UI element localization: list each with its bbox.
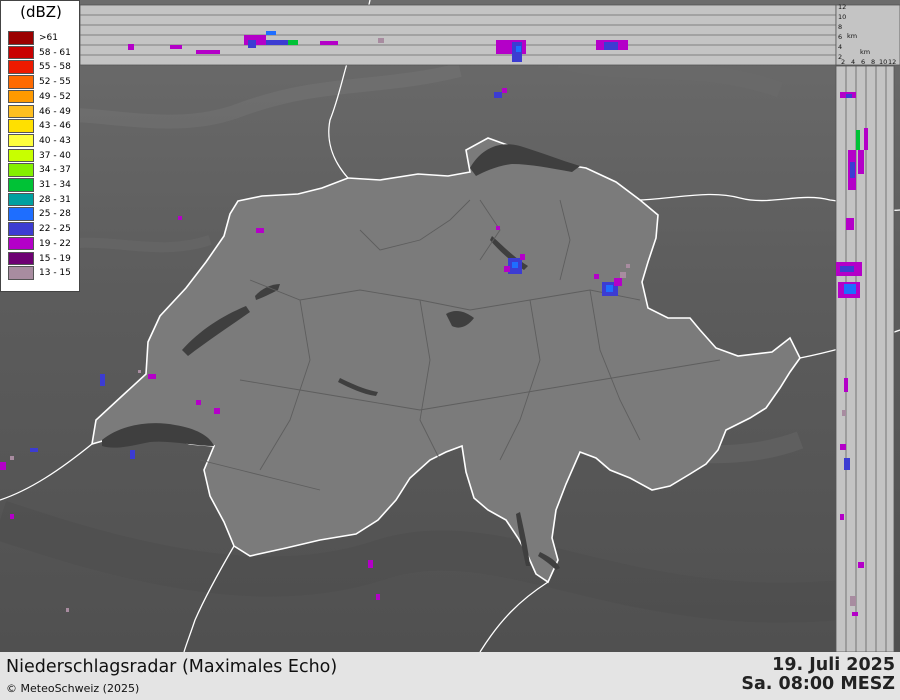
legend-swatch	[8, 60, 34, 74]
legend-row: 55 - 58	[8, 60, 80, 75]
legend-label: 37 - 40	[39, 150, 71, 161]
legend-swatch	[8, 163, 34, 177]
legend-row: 34 - 37	[8, 163, 80, 178]
legend-row: 31 - 34	[8, 178, 80, 193]
right-axis-unit: km	[860, 48, 870, 56]
legend-label: 55 - 58	[39, 62, 71, 73]
top-tick-12: 12	[838, 3, 846, 11]
radar-time: Sa. 08:00 MESZ	[741, 674, 895, 694]
top-tick-6: 6	[838, 33, 842, 41]
legend-label: 28 - 31	[39, 194, 71, 205]
legend-label: 31 - 34	[39, 180, 71, 190]
legend-swatch	[8, 45, 34, 60]
legend-row: 37 - 40	[8, 148, 80, 164]
legend-label: 22 - 25	[39, 224, 71, 235]
legend-swatch	[8, 31, 34, 45]
legend-label: 52 - 55	[39, 77, 71, 88]
map-title: Niederschlagsradar (Maximales Echo)	[6, 657, 338, 677]
right-tick-2: 2	[841, 58, 845, 66]
right-tick-6: 6	[861, 58, 865, 66]
radar-date: 19. Juli 2025	[772, 655, 895, 675]
right-tick-10: 10	[879, 58, 887, 66]
legend-row: 58 - 61	[8, 45, 80, 61]
right-tick-4: 4	[851, 58, 855, 66]
legend-swatch	[8, 236, 34, 251]
legend-label: 58 - 61	[39, 47, 71, 58]
legend-row: >61	[8, 31, 80, 46]
legend-row: 28 - 31	[8, 192, 80, 208]
legend-swatch	[8, 192, 34, 207]
radar-map: 12 10 8 6 4 2 km km 2 4 6 8 10 12	[0, 0, 900, 652]
legend-swatch	[8, 75, 34, 89]
legend-row: 13 - 15	[8, 266, 80, 281]
legend-swatch	[8, 119, 34, 133]
legend-swatch	[8, 89, 34, 104]
legend-label: 46 - 49	[39, 106, 71, 117]
legend-row: 46 - 49	[8, 104, 80, 120]
legend-unit: (dBZ)	[20, 3, 62, 21]
legend-row: 19 - 22	[8, 236, 80, 252]
legend-label: 25 - 28	[39, 209, 71, 220]
legend-swatch	[8, 222, 34, 236]
right-tick-12: 12	[888, 58, 896, 66]
copyright-notice: © MeteoSchweiz (2025)	[6, 682, 140, 695]
legend-label: 49 - 52	[39, 91, 71, 102]
legend-label: 34 - 37	[39, 165, 71, 176]
legend-label: >61	[39, 33, 58, 43]
legend-row: 49 - 52	[8, 89, 80, 105]
top-axis-unit: km	[847, 32, 857, 40]
right-tick-8: 8	[871, 58, 875, 66]
legend-swatch	[8, 133, 34, 148]
top-tick-10: 10	[838, 13, 846, 21]
legend-row: 52 - 55	[8, 75, 80, 90]
legend-swatch	[8, 266, 34, 280]
legend-row: 25 - 28	[8, 207, 80, 222]
dbz-legend: (dBZ) >61 58 - 61 55 - 58 52 - 55 49 - 52 46 …	[0, 0, 80, 292]
legend-label: 19 - 22	[39, 238, 71, 249]
top-tick-8: 8	[838, 23, 842, 31]
footer-bar: Niederschlagsradar (Maximales Echo) © Me…	[0, 652, 900, 700]
profile-panel-top	[79, 4, 837, 66]
profile-panel-right: 2 4 6 8 10 12	[835, 58, 896, 652]
legend-row: 15 - 19	[8, 251, 80, 267]
legend-swatch	[8, 207, 34, 221]
legend-swatch	[8, 178, 34, 192]
legend-label: 13 - 15	[39, 268, 71, 279]
legend-swatch	[8, 148, 34, 163]
legend-swatch	[8, 251, 34, 265]
legend-row: 43 - 46	[8, 119, 80, 134]
top-tick-4: 4	[838, 43, 842, 51]
profile-top-axis: 12 10 8 6 4 2 km km	[835, 3, 900, 66]
legend-swatch	[8, 104, 34, 118]
legend-label: 15 - 19	[39, 253, 71, 264]
legend-row: 40 - 43	[8, 133, 80, 149]
legend-row: 22 - 25	[8, 222, 80, 237]
legend-label: 43 - 46	[39, 121, 71, 132]
legend-label: 40 - 43	[39, 135, 71, 146]
